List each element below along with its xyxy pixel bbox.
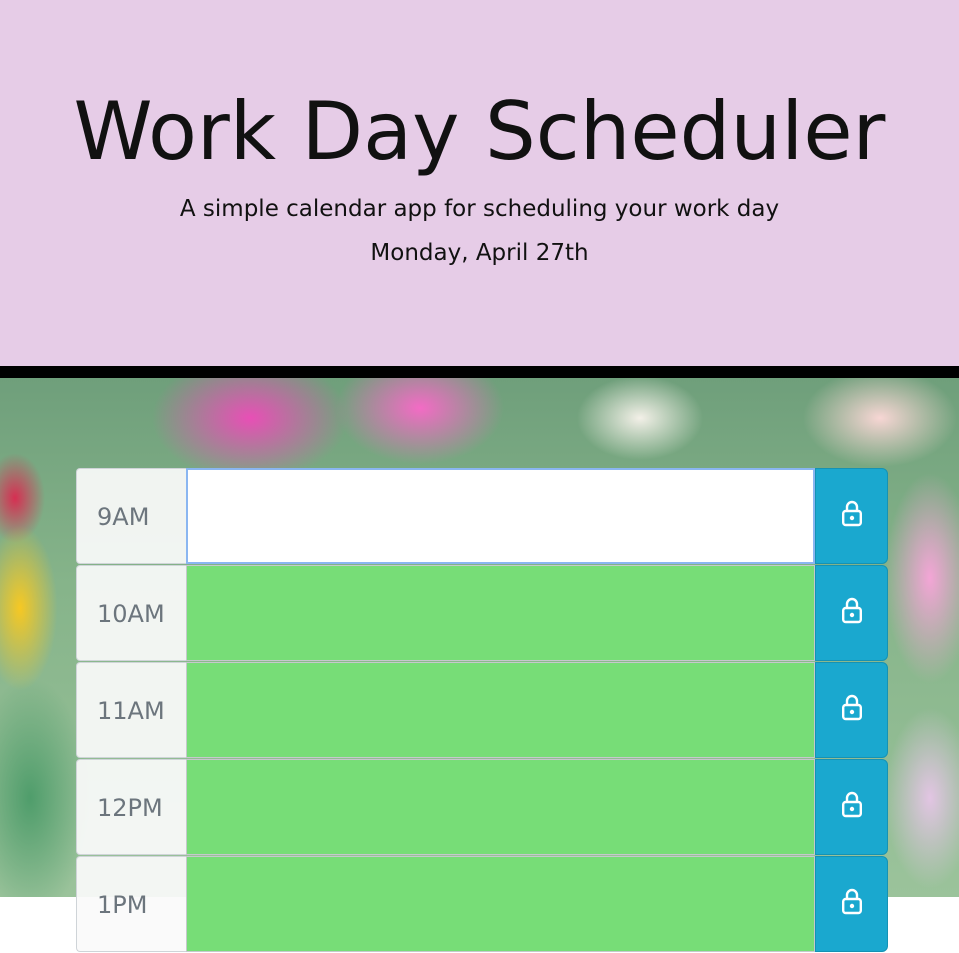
time-block-row: 9AM [76, 468, 888, 564]
current-day: Monday, April 27th [370, 240, 589, 266]
lock-icon [841, 888, 862, 915]
save-button[interactable] [815, 565, 888, 661]
page-title: Work Day Scheduler [73, 85, 886, 178]
page-subtitle: A simple calendar app for scheduling you… [179, 196, 780, 222]
hour-label: 10AM [76, 565, 186, 661]
task-input[interactable] [186, 662, 815, 758]
page-header: Work Day Scheduler A simple calendar app… [0, 0, 959, 366]
time-block-row: 10AM [76, 565, 888, 661]
save-button[interactable] [815, 468, 888, 564]
hour-label: 9AM [76, 468, 186, 564]
task-input[interactable] [186, 565, 815, 661]
task-input[interactable] [186, 759, 815, 855]
hour-label: 11AM [76, 662, 186, 758]
hour-label: 12PM [76, 759, 186, 855]
time-block-row: 11AM [76, 662, 888, 758]
save-button[interactable] [815, 759, 888, 855]
lock-icon [841, 597, 862, 624]
time-block-row: 1PM [76, 856, 888, 952]
task-input[interactable] [186, 856, 815, 952]
save-button[interactable] [815, 856, 888, 952]
hour-label: 1PM [76, 856, 186, 952]
lock-icon [841, 791, 862, 818]
task-input[interactable] [186, 468, 815, 564]
lock-icon [841, 500, 862, 527]
save-button[interactable] [815, 662, 888, 758]
header-divider [0, 366, 959, 378]
scheduler-container: 9AM 10AM 11AM 12PM 1PM [76, 468, 888, 953]
time-block-row: 12PM [76, 759, 888, 855]
lock-icon [841, 694, 862, 721]
